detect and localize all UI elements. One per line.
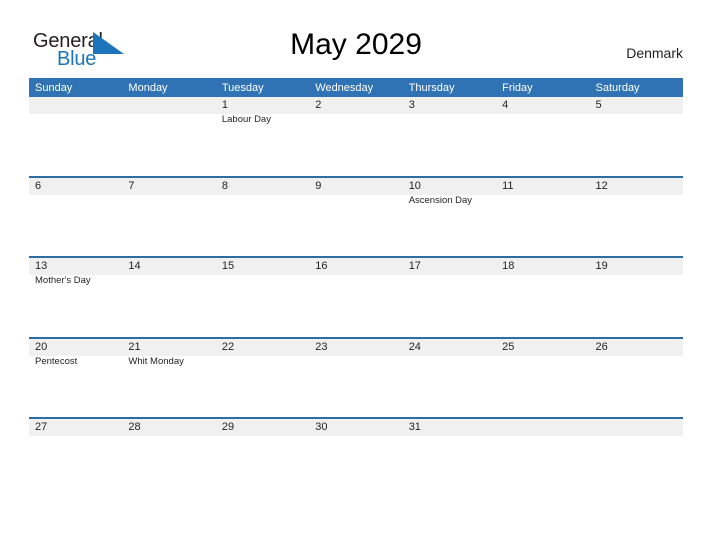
day-number: 21	[128, 340, 141, 353]
day-number: 31	[408, 421, 421, 434]
day-cell[interactable]: 21 Whit Monday	[122, 339, 215, 420]
day-number: 2	[315, 99, 322, 111]
day-number: 4	[502, 99, 509, 111]
weekday-header-friday: Friday	[502, 81, 533, 94]
week-row: 27 28 29 30 31	[29, 417, 683, 500]
day-cell[interactable]: 3	[403, 97, 496, 178]
day-cell[interactable]: 29	[216, 419, 309, 500]
day-cell[interactable]: 14	[122, 258, 215, 339]
day-cell[interactable]: 20 Pentecost	[29, 339, 122, 420]
weekday-header-saturday: Saturday	[595, 81, 640, 94]
day-cell[interactable]: 27	[29, 419, 122, 500]
day-cell[interactable]: 22	[216, 339, 309, 420]
day-cell[interactable]: 1 Labour Day	[216, 97, 309, 178]
week-row: 20 Pentecost 21 Whit Monday 22 23 24 25 …	[29, 336, 683, 420]
day-cell[interactable]: 16	[309, 258, 402, 339]
day-cell[interactable]: 10 Ascension Day	[403, 178, 496, 259]
day-number: 29	[221, 421, 235, 434]
day-cell[interactable]: 5	[590, 97, 683, 178]
weekday-header-row: Sunday Monday Tuesday Wednesday Thursday…	[29, 78, 683, 97]
day-cell[interactable]: 31	[403, 419, 496, 500]
week-row: 13 Mother's Day 14 15 16 17 18 19	[29, 256, 683, 339]
day-cell[interactable]: 11	[496, 178, 589, 259]
weekday-header-thursday: Thursday	[408, 81, 455, 94]
day-cell[interactable]: 17	[403, 258, 496, 339]
day-cell[interactable]	[122, 97, 215, 178]
day-cell[interactable]: 18	[496, 258, 589, 339]
day-cell[interactable]: 4	[496, 97, 589, 178]
day-number: 18	[502, 260, 515, 273]
day-number: 7	[128, 179, 135, 192]
day-number: 17	[408, 260, 421, 273]
day-number: 16	[315, 260, 328, 273]
day-number: 27	[35, 421, 48, 434]
day-cell[interactable]: 15	[216, 258, 309, 339]
day-number: 25	[502, 340, 515, 353]
weekday-header-monday: Monday	[128, 81, 168, 94]
day-cell[interactable]: 6	[29, 178, 122, 259]
day-cell[interactable]	[590, 419, 683, 500]
page-title: May 2029	[290, 28, 422, 61]
day-number: 24	[408, 340, 421, 353]
country-label: Denmark	[626, 45, 683, 61]
day-number: 13	[35, 260, 48, 273]
day-number: 22	[221, 340, 235, 353]
day-cell[interactable]: 23	[309, 339, 402, 420]
day-cell[interactable]: 7	[122, 178, 215, 259]
day-number: 6	[35, 179, 42, 192]
weekday-header-sunday: Sunday	[35, 81, 73, 94]
day-cell[interactable]: 30	[309, 419, 402, 500]
day-number: 5	[595, 99, 602, 111]
day-cell[interactable]	[496, 419, 589, 500]
day-number: 14	[128, 260, 141, 273]
day-cell[interactable]: 28	[122, 419, 215, 500]
weekday-header-tuesday: Tuesday	[221, 81, 264, 94]
day-number: 28	[128, 421, 141, 434]
day-number: 1	[221, 99, 228, 111]
day-cell[interactable]: 26	[590, 339, 683, 420]
day-number: 20	[35, 340, 48, 353]
day-number: 12	[595, 179, 608, 192]
day-event: Ascension Day	[408, 194, 473, 206]
day-number: 8	[221, 179, 228, 192]
calendar-grid: Sunday Monday Tuesday Wednesday Thursday…	[29, 78, 683, 500]
day-number: 26	[595, 340, 608, 353]
day-cell[interactable]: 25	[496, 339, 589, 420]
day-cell[interactable]	[29, 97, 122, 178]
weekday-header-wednesday: Wednesday	[315, 81, 374, 94]
day-cell[interactable]: 24	[403, 339, 496, 420]
day-cell[interactable]: 13 Mother's Day	[29, 258, 122, 339]
week-row: 6 7 8 9 10 Ascension Day 11 12	[29, 175, 683, 259]
day-event: Labour Day	[221, 114, 271, 125]
day-number: 3	[408, 99, 415, 111]
day-number: 11	[502, 179, 514, 192]
day-cell[interactable]: 19	[590, 258, 683, 339]
day-number: 10	[408, 179, 421, 192]
day-number: 19	[595, 260, 608, 273]
day-cell[interactable]: 8	[216, 178, 309, 259]
day-cell[interactable]: 2	[309, 97, 402, 178]
day-cell[interactable]: 9	[309, 178, 402, 259]
day-number: 9	[315, 179, 322, 192]
day-number: 15	[221, 260, 235, 273]
week-row: 1 Labour Day 2 3 4 5	[29, 97, 683, 178]
day-number: 30	[315, 421, 328, 434]
day-event: Whit Monday	[128, 355, 184, 367]
page-header: General Blue May 2029 Denmark	[0, 0, 712, 78]
day-event: Mother's Day	[35, 275, 91, 287]
calendar-page: General Blue May 2029 Denmark Sunday Mon…	[0, 0, 712, 550]
day-cell[interactable]: 12	[590, 178, 683, 259]
day-number: 23	[315, 340, 328, 353]
day-event: Pentecost	[35, 355, 78, 367]
